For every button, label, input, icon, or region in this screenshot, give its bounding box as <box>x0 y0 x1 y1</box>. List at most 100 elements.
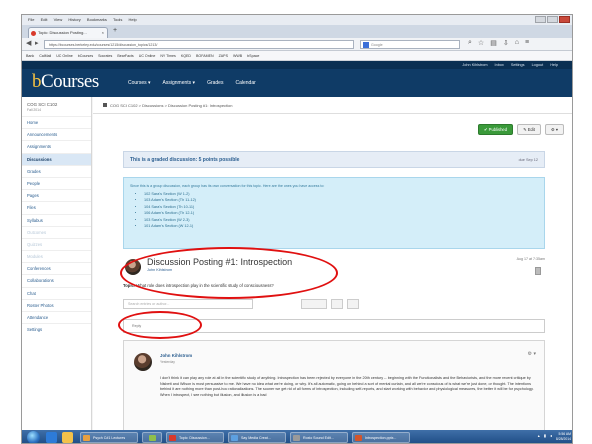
home-icon[interactable] <box>103 103 107 107</box>
bookmark-item[interactable]: WWB <box>233 54 242 58</box>
nav-calendar[interactable]: Calendar <box>235 80 255 86</box>
reply-author[interactable]: John Kihlstrom <box>160 353 192 358</box>
course-nav-settings[interactable]: Settings <box>22 323 91 335</box>
search-icon[interactable]: ⌕ <box>468 39 472 47</box>
course-nav-people[interactable]: People <box>22 176 91 189</box>
document-icon[interactable] <box>535 267 541 275</box>
nav-assignments[interactable]: Assignments ▾ <box>163 80 196 86</box>
course-nav-grades[interactable]: Grades <box>22 164 91 177</box>
menu-tools[interactable]: Tools <box>113 17 122 22</box>
course-nav-files[interactable]: Files <box>22 201 91 213</box>
course-nav-assignments[interactable]: Assignments <box>22 140 91 152</box>
course-nav-syllabus[interactable]: Syllabus <box>22 213 91 226</box>
help-link[interactable]: Help <box>550 61 558 69</box>
menu-bookmarks[interactable]: Bookmarks <box>87 17 107 22</box>
menu-history[interactable]: History <box>68 17 80 22</box>
bookmark-item[interactable]: Socrates <box>98 54 112 58</box>
folder-icon[interactable] <box>62 432 73 443</box>
taskbar-item[interactable]: Topic: Discussion... <box>166 432 224 443</box>
back-arrow-icon[interactable]: ◀ <box>26 39 31 47</box>
close-window-button[interactable] <box>559 16 570 23</box>
course-nav-quizzes[interactable]: Quizzes <box>22 237 91 250</box>
taskbar-item[interactable] <box>142 432 162 443</box>
forward-arrow-icon[interactable]: ▸ <box>35 39 39 47</box>
course-nav-chat[interactable]: Chat <box>22 286 91 299</box>
menu-edit[interactable]: Edit <box>41 17 48 22</box>
menu-icon[interactable]: ≡ <box>525 39 529 47</box>
nav-grades[interactable]: Grades <box>207 80 223 86</box>
clipboard-icon[interactable]: ▤ <box>490 39 497 47</box>
breadcrumb-text[interactable]: COG SCI C102 > Discussions > Discussion … <box>110 103 233 108</box>
bcourses-logo[interactable]: bCourses <box>32 71 99 93</box>
course-nav-discussions[interactable]: Discussions <box>22 152 91 165</box>
bookmark-item[interactable]: bSpace <box>247 54 259 58</box>
logout-link[interactable]: Logout <box>532 61 544 69</box>
volume-icon[interactable]: ◂ <box>550 433 552 438</box>
taskbar-item[interactable]: Say Media Creat... <box>228 432 286 443</box>
entry-search-input[interactable]: Search entries or author... <box>123 299 253 309</box>
bookmark-item[interactable]: KQED <box>181 54 191 58</box>
star-icon[interactable]: ☆ <box>478 39 484 47</box>
course-nav-conferences[interactable]: Conferences <box>22 262 91 274</box>
menu-help[interactable]: Help <box>128 17 136 22</box>
course-nav-list: Home Announcements Assignments Discussio… <box>22 116 91 335</box>
menu-view[interactable]: View <box>54 17 63 22</box>
url-bar[interactable]: https://bcourses.berkeley.edu/courses/12… <box>44 40 354 49</box>
maximize-button[interactable] <box>547 16 558 23</box>
bookmark-item[interactable]: BOFAMEN <box>196 54 214 58</box>
search-box[interactable]: Google <box>360 40 460 49</box>
bookmark-item[interactable]: UC Online <box>139 54 156 58</box>
settings-link[interactable]: Settings <box>511 61 525 69</box>
taskbar-item[interactable]: Introspection.pptx... <box>352 432 410 443</box>
topic-actions: ✔ Published ✎ Edit ⚙ ▾ <box>478 124 564 135</box>
ie-icon[interactable] <box>46 432 57 443</box>
group-link[interactable]: 101 Adam's Section (W 12-1) <box>144 223 538 229</box>
course-nav-pages[interactable]: Pages <box>22 189 91 201</box>
home-icon[interactable]: ⌂ <box>515 39 519 47</box>
new-tab-button[interactable]: + <box>113 27 117 34</box>
course-nav-attendance[interactable]: Attendance <box>22 311 91 323</box>
bookmark-item[interactable]: ZAPS <box>219 54 228 58</box>
filter-button[interactable] <box>301 299 327 309</box>
network-icon[interactable]: ▮ <box>544 433 546 438</box>
inbox-link[interactable]: Inbox <box>495 61 504 69</box>
tab-close-icon[interactable]: × <box>102 28 104 38</box>
task-label: Say Media Creat... <box>241 436 271 440</box>
bookmark-item[interactable]: bCourses <box>78 54 93 58</box>
reply-gear-icon[interactable]: ⚙ ▾ <box>528 351 536 357</box>
bookmark-item[interactable]: UC Online <box>56 54 73 58</box>
course-nav-modules[interactable]: Modules <box>22 250 91 262</box>
expand-button[interactable] <box>331 299 343 309</box>
bookmark-item[interactable]: BearFacts <box>117 54 133 58</box>
reply-author-avatar[interactable] <box>134 353 152 371</box>
course-nav-outcomes[interactable]: Outcomes <box>22 225 91 238</box>
course-code[interactable]: COG SCI C102 <box>22 97 91 108</box>
taskbar-item[interactable]: Roxio Sound Edit... <box>290 432 348 443</box>
tray-arrow-icon[interactable]: ▴ <box>538 433 540 438</box>
course-nav-collaborations[interactable]: Collaborations <box>22 274 91 286</box>
bookmark-item[interactable]: Bank <box>26 54 34 58</box>
clock[interactable]: 5:56 AM 8/28/2014 <box>556 432 571 442</box>
course-nav-roster-photos[interactable]: Roster Photos <box>22 298 91 311</box>
bookmark-item[interactable]: NY Times <box>160 54 176 58</box>
collapse-button[interactable] <box>347 299 359 309</box>
sound-editor-icon <box>293 435 300 441</box>
graded-due-date: due Sep 12 <box>518 158 538 162</box>
bookmark-item[interactable]: CalMail <box>39 54 51 58</box>
taskbar-item[interactable]: Psych C#1 Lectures <box>80 432 138 443</box>
graded-title: This is a graded discussion: 5 points po… <box>130 157 240 163</box>
settings-gear-button[interactable]: ⚙ ▾ <box>544 124 564 135</box>
edit-button[interactable]: ✎ Edit <box>517 124 541 135</box>
start-button[interactable] <box>27 431 40 443</box>
published-button[interactable]: ✔ Published <box>478 124 514 135</box>
user-links: John Kihlstrom Inbox Settings Logout Hel… <box>462 61 558 69</box>
download-icon[interactable]: ⇩ <box>503 39 509 47</box>
group-discussion-box: Since this is a group discussion, each g… <box>123 177 545 249</box>
minimize-button[interactable] <box>535 16 546 23</box>
menu-file[interactable]: File <box>28 17 34 22</box>
course-nav-home[interactable]: Home <box>22 116 91 128</box>
nav-courses[interactable]: Courses ▾ <box>128 80 151 86</box>
browser-tab-discussion[interactable]: Topic: Discussion Posting... × <box>28 27 108 38</box>
course-nav-announcements[interactable]: Announcements <box>22 128 91 140</box>
user-name-link[interactable]: John Kihlstrom <box>462 61 487 69</box>
